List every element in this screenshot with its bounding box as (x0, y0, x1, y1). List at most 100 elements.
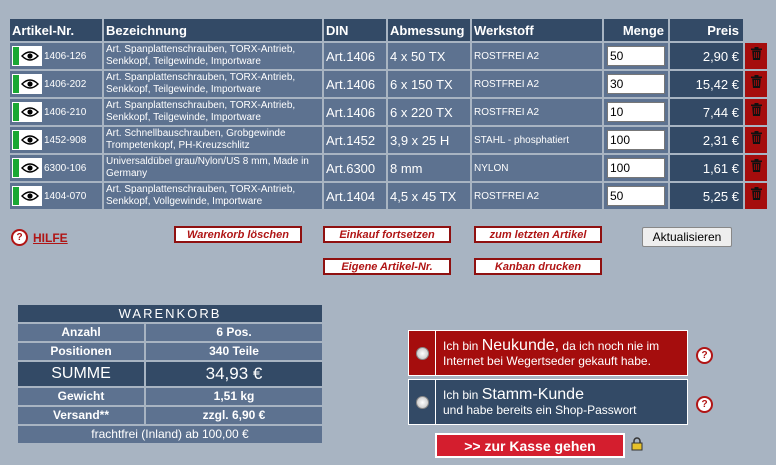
table-row: 1406-126 Art. Spanplattenschrauben, TORX… (10, 43, 767, 69)
bezeichnung-cell: Art. Schnellbauschrauben, Grobgewinde Tr… (104, 127, 322, 153)
new-customer-option[interactable]: Ich bin Neukunde, da ich noch nie im Int… (408, 330, 688, 376)
summary-value: 340 Teile (146, 343, 322, 360)
col-din: DIN (324, 19, 386, 41)
summary-value: zzgl. 6,90 € (146, 407, 322, 424)
bezeichnung-cell: Art. Spanplattenschrauben, TORX-Antrieb,… (104, 43, 322, 69)
new-customer-help-icon[interactable]: ? (696, 347, 713, 364)
artnr-value: 1406-126 (44, 50, 87, 62)
quantity-input[interactable] (607, 74, 665, 94)
kanban-print-button[interactable]: Kanban drucken (474, 258, 602, 275)
werkstoff-cell: STAHL - phosphatiert (472, 127, 602, 153)
own-artnr-button[interactable]: Eigene Artikel-Nr. (323, 258, 451, 275)
view-article-icon[interactable] (12, 46, 42, 66)
bezeichnung-cell: Universaldübel grau/Nylon/US 8 mm, Made … (104, 155, 322, 181)
table-row: 1406-210 Art. Spanplattenschrauben, TORX… (10, 99, 767, 125)
summary-label: Versand** (18, 407, 144, 424)
view-article-icon[interactable] (12, 186, 42, 206)
trash-icon[interactable] (750, 75, 762, 88)
trash-icon[interactable] (750, 131, 762, 144)
help-label: HILFE (33, 230, 68, 245)
din-cell: Art.6300 (324, 155, 386, 181)
menge-cell (604, 71, 668, 97)
artnr-cell: 1406-210 (10, 99, 102, 125)
existing-customer-radio[interactable] (409, 380, 436, 424)
trash-icon[interactable] (750, 159, 762, 172)
summary-row-gewicht: Gewicht 1,51 kg (18, 388, 322, 405)
abmessung-cell: 4 x 50 TX (388, 43, 470, 69)
preis-cell: 7,44 € (670, 99, 743, 125)
view-article-icon[interactable] (12, 158, 42, 178)
existing-customer-help-icon[interactable]: ? (696, 396, 713, 413)
preis-cell: 1,61 € (670, 155, 743, 181)
delete-cell (745, 43, 767, 69)
summary-label: SUMME (18, 362, 144, 386)
bezeichnung-cell: Art. Spanplattenschrauben, TORX-Antrieb,… (104, 99, 322, 125)
preis-cell: 15,42 € (670, 71, 743, 97)
summary-total: 34,93 € (146, 362, 322, 386)
trash-icon[interactable] (750, 187, 762, 200)
warenkorb-title: WARENKORB (18, 305, 322, 322)
din-cell: Art.1406 (324, 99, 386, 125)
view-article-icon[interactable] (12, 102, 42, 122)
col-abmessung: Abmessung (388, 19, 470, 41)
update-button[interactable]: Aktualisieren (642, 227, 732, 247)
table-row: 1404-070 Art. Spanplattenschrauben, TORX… (10, 183, 767, 209)
new-customer-radio[interactable] (409, 331, 436, 375)
summary-row-versand: Versand** zzgl. 6,90 € (18, 407, 322, 424)
col-artnr: Artikel-Nr. (10, 19, 102, 41)
abmessung-cell: 8 mm (388, 155, 470, 181)
din-cell: Art.1406 (324, 43, 386, 69)
last-article-button[interactable]: zum letzten Artikel (474, 226, 602, 243)
werkstoff-cell: ROSTFREI A2 (472, 43, 602, 69)
table-row: 1406-202 Art. Spanplattenschrauben, TORX… (10, 71, 767, 97)
artnr-value: 1452-908 (44, 134, 87, 146)
menge-cell (604, 155, 668, 181)
lock-icon (631, 437, 643, 451)
view-article-icon[interactable] (12, 130, 42, 150)
artnr-cell: 1406-202 (10, 71, 102, 97)
preis-cell: 2,90 € (670, 43, 743, 69)
quantity-input[interactable] (607, 102, 665, 122)
new-customer-text: Ich bin Neukunde, da ich noch nie im Int… (443, 336, 660, 368)
summary-value: 1,51 kg (146, 388, 322, 405)
artnr-cell: 6300-106 (10, 155, 102, 181)
artnr-value: 6300-106 (44, 162, 87, 174)
delete-cell (745, 99, 767, 125)
free-shipping-note: frachtfrei (Inland) ab 100,00 € (18, 426, 322, 443)
trash-icon[interactable] (750, 47, 762, 60)
col-werkstoff: Werkstoff (472, 19, 602, 41)
werkstoff-cell: ROSTFREI A2 (472, 99, 602, 125)
abmessung-cell: 6 x 220 TX (388, 99, 470, 125)
col-menge: Menge (604, 19, 668, 41)
warenkorb-summary: WARENKORB Anzahl 6 Pos. Positionen 340 T… (18, 305, 322, 443)
clear-cart-button[interactable]: Warenkorb löschen (174, 226, 302, 243)
quantity-input[interactable] (607, 130, 665, 150)
summary-row-anzahl: Anzahl 6 Pos. (18, 324, 322, 341)
bezeichnung-cell: Art. Spanplattenschrauben, TORX-Antrieb,… (104, 183, 322, 209)
werkstoff-cell: ROSTFREI A2 (472, 71, 602, 97)
quantity-input[interactable] (607, 186, 665, 206)
summary-row-summe: SUMME 34,93 € (18, 362, 322, 386)
preis-cell: 2,31 € (670, 127, 743, 153)
continue-shopping-button[interactable]: Einkauf fortsetzen (323, 226, 451, 243)
col-delete (745, 19, 767, 41)
bezeichnung-cell: Art. Spanplattenschrauben, TORX-Antrieb,… (104, 71, 322, 97)
checkout-button[interactable]: >> zur Kasse gehen (435, 433, 625, 458)
preis-cell: 5,25 € (670, 183, 743, 209)
existing-customer-option[interactable]: Ich bin Stamm-Kunde und habe bereits ein … (408, 379, 688, 425)
quantity-input[interactable] (607, 158, 665, 178)
delete-cell (745, 155, 767, 181)
menge-cell (604, 99, 668, 125)
artnr-value: 1406-210 (44, 106, 87, 118)
summary-label: Anzahl (18, 324, 144, 341)
help-link[interactable]: ? HILFE (11, 229, 68, 246)
trash-icon[interactable] (750, 103, 762, 116)
view-article-icon[interactable] (12, 74, 42, 94)
din-cell: Art.1404 (324, 183, 386, 209)
artnr-cell: 1452-908 (10, 127, 102, 153)
menge-cell (604, 183, 668, 209)
abmessung-cell: 4,5 x 45 TX (388, 183, 470, 209)
col-bezeichnung: Bezeichnung (104, 19, 322, 41)
summary-label: Gewicht (18, 388, 144, 405)
quantity-input[interactable] (607, 46, 665, 66)
